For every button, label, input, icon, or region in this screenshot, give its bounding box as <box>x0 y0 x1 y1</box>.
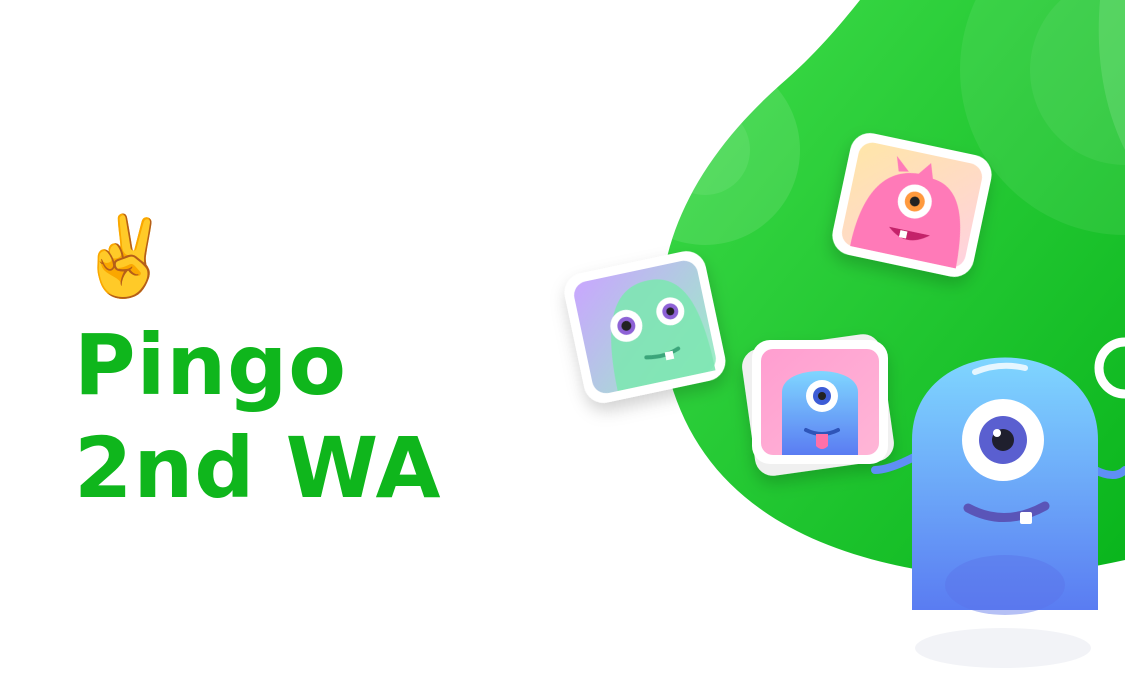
hero-illustration <box>564 0 1125 668</box>
blue-monster-sticker <box>742 334 894 476</box>
